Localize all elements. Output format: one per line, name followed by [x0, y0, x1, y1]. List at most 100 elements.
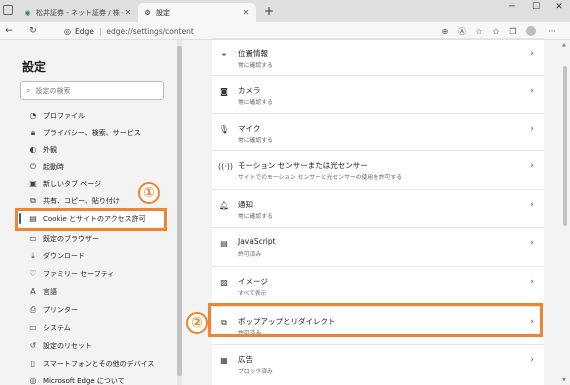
sidebar-item-label: システム [43, 323, 71, 332]
highlight-box-popups [208, 303, 543, 337]
chevron-right-icon: › [530, 49, 534, 59]
sidebar-item-system[interactable]: ▭ システム [16, 319, 168, 336]
permission-row-sensors[interactable]: ((·)) モーション センサーまたは光センサー サイトでのモーション センサー… [212, 150, 544, 187]
power-icon: ⏻ [29, 161, 37, 171]
chevron-right-icon: › [530, 200, 534, 210]
more-icon[interactable]: ··· [545, 24, 559, 38]
row-sub: 常に確認する [238, 100, 273, 106]
step-badge-1: ① [138, 182, 160, 204]
search-input[interactable]: ⌕ 設定の検索 [20, 81, 164, 100]
ads-icon: ▦ [220, 356, 228, 365]
refresh-icon[interactable]: ↻ [26, 24, 40, 38]
sidebar-item-label: プライバシー、検索、サービス [43, 128, 141, 137]
download-icon: ⤓ [31, 250, 35, 260]
favorites-icon[interactable]: ✩ [489, 24, 503, 38]
permission-row-ads[interactable]: ▦ 広告 ブロック済み › [212, 344, 544, 381]
sidebar-item-default-browser[interactable]: ▭ 既定のブラウザー [16, 230, 168, 247]
address-bar[interactable]: ◎ Edge | edge://settings/content [64, 24, 438, 38]
sidebar-item-label: プリンター [43, 305, 78, 314]
sidebar-item-label: ダウンロード [43, 251, 85, 260]
row-sub: 常に確認する [238, 138, 273, 144]
row-label: モーション センサーまたは光センサー [238, 161, 368, 170]
row-sub: すべて表示 [238, 291, 267, 297]
sidebar-item-family[interactable]: ♡ ファミリー セーフティ [16, 265, 168, 282]
sidebar-item-downloads[interactable]: ⤓ ダウンロード [16, 247, 168, 264]
language-icon: A [30, 287, 36, 296]
location-icon: ⌖ [221, 50, 227, 59]
search-placeholder: 設定の検索 [35, 86, 71, 95]
row-label: イメージ [238, 277, 268, 286]
sidebar-item-about[interactable]: ◎ Microsoft Edge について [16, 372, 168, 385]
address-separator: | [98, 26, 102, 36]
sidebar-item-label: 既定のブラウザー [43, 234, 99, 243]
family-icon: ♡ [29, 269, 37, 278]
chevron-right-icon: › [530, 86, 534, 96]
edge-icon: ◎ [64, 26, 71, 36]
tab-title: 設定 [156, 8, 170, 17]
sidebar-item-phone[interactable]: ▯ スマートフォンとその他のデバイス [16, 355, 168, 372]
close-icon[interactable]: ✕ [123, 8, 133, 17]
new-tab-button[interactable]: + [262, 4, 276, 18]
content-scroll-thumb[interactable] [563, 66, 567, 226]
appearance-icon: ◐ [29, 145, 37, 154]
permission-row-notifications[interactable]: 🔔︎ 通知 常に確認する › [212, 189, 544, 226]
reading-icon[interactable]: Ⓐ [455, 24, 469, 38]
avatar[interactable] [524, 24, 538, 38]
collections-icon[interactable]: ❐ [506, 24, 520, 38]
share-icon: ⧉ [30, 195, 36, 205]
sidebar-item-label: 起動時 [43, 162, 64, 171]
tab-strip: ◉ 松井証券 - ネット証券 / 株・投信 ✕ ⚙ 設定 ✕ + ─ ☐ ✕ [0, 0, 570, 22]
chevron-right-icon: › [530, 161, 534, 171]
back-icon[interactable]: ← [2, 24, 16, 38]
sidebar-item-label: 外観 [43, 145, 57, 154]
row-sub: ブロック済み [238, 369, 273, 375]
permission-row-images[interactable]: ▨ イメージ すべて表示 › [212, 266, 544, 303]
sidebar-item-profile[interactable]: ◔ プロファイル [16, 107, 168, 124]
row-label: マイク [238, 124, 261, 133]
sidebar-item-label: 言語 [43, 287, 57, 296]
sidebar-item-printer[interactable]: ⎙ プリンター [16, 301, 168, 318]
maximize-icon[interactable]: ☐ [528, 2, 544, 12]
url-text: edge://settings/content [106, 26, 194, 36]
code-icon: ▤ [220, 239, 228, 248]
tab-matsui[interactable]: ◉ 松井証券 - ネット証券 / 株・投信 ✕ [18, 3, 138, 22]
lock-icon: 🔒︎ [30, 127, 36, 137]
window-close-icon[interactable]: ✕ [551, 2, 567, 12]
sidebar-item-label: 設定のリセット [43, 341, 92, 350]
sidebar-item-language[interactable]: A 言語 [16, 283, 168, 300]
tab-settings[interactable]: ⚙ 設定 ✕ [138, 3, 256, 22]
highlight-box-cookies [15, 208, 167, 231]
sidebar-item-reset[interactable]: ↺ 設定のリセット [16, 337, 168, 354]
scroll-down-icon[interactable]: ▼ [562, 377, 566, 383]
reset-icon: ↺ [29, 341, 37, 350]
search-icon: ⌕ [26, 85, 31, 95]
step-badge-2: ② [186, 312, 208, 334]
permission-row-microphone[interactable]: 🎙︎ マイク 常に確認する › [212, 113, 544, 150]
row-label: JavaScript [238, 237, 276, 246]
page-title: 設定 [22, 60, 47, 74]
sidebar-item-startup[interactable]: ⏻ 起動時 [16, 158, 168, 175]
system-icon: ▭ [29, 323, 37, 332]
favorite-icon[interactable]: ☆ [472, 24, 486, 38]
site-label: Edge [74, 26, 94, 36]
image-icon: ▨ [220, 278, 228, 287]
camera-icon: ◙ [220, 87, 228, 96]
browser-icon: ▭ [29, 234, 37, 243]
tab-actions-icon[interactable] [3, 5, 13, 15]
close-icon[interactable]: ✕ [241, 8, 251, 17]
minimize-icon[interactable]: ─ [504, 2, 520, 12]
brand-icon: ◉ [24, 8, 31, 17]
permission-row-javascript[interactable]: ▤ JavaScript 許可済み › [212, 227, 544, 264]
permission-row-camera[interactable]: ◙ カメラ 常に確認する › [212, 75, 544, 112]
sidebar-item-appearance[interactable]: ◐ 外観 [16, 141, 168, 158]
phone-icon: ▯ [30, 359, 36, 368]
chevron-right-icon: › [530, 238, 534, 248]
scroll-up-icon[interactable]: ▲ [562, 42, 566, 48]
sidebar-item-privacy[interactable]: 🔒︎ プライバシー、検索、サービス [16, 124, 168, 141]
row-label: 通知 [238, 200, 253, 209]
edge-icon: ◎ [29, 376, 37, 385]
permission-row-location[interactable]: ⌖ 位置情報 常に確認する › [212, 38, 544, 75]
sidebar-item-label: Microsoft Edge について [43, 376, 125, 385]
zoom-icon[interactable]: ⊕ [438, 24, 452, 38]
chevron-right-icon: › [530, 124, 534, 134]
